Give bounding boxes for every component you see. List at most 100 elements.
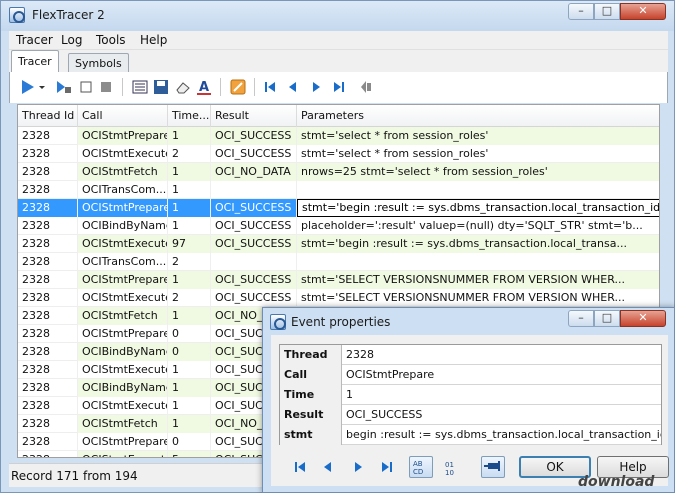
cell-parameters: nrows=25 stmt='select * from session_rol… xyxy=(297,163,659,181)
column-result[interactable]: Result xyxy=(211,105,297,127)
table-row[interactable]: 2328 OCIStmtExecute 2 OCI_SUCCESS stmt='SELE… xyxy=(18,289,659,307)
cell-thread-id: 2328 xyxy=(18,271,78,289)
cell-call: OCIStmtPrepare xyxy=(78,271,168,289)
cell-time: 97 xyxy=(168,235,211,253)
menu-help[interactable]: Help xyxy=(140,33,167,47)
property-value: 1 xyxy=(346,388,353,401)
table-row[interactable]: 2328 OCIBindByName 1 OCI_SUCCESS placeholder… xyxy=(18,217,659,235)
cell-thread-id: 2328 xyxy=(18,307,78,325)
title-bar[interactable]: FlexTracer 2 – □ ✕ xyxy=(1,1,674,31)
cell-thread-id: 2328 xyxy=(18,397,78,415)
table-row[interactable]: 2328 OCIStmtPrepare 1 OCI_SUCCESS stmt='SELE… xyxy=(18,271,659,289)
tab-strip: Tracer Symbols xyxy=(9,50,668,72)
attach-process-icon[interactable] xyxy=(56,79,72,95)
text-view-toggle[interactable]: AB CD xyxy=(409,456,433,478)
pin-icon xyxy=(484,461,500,471)
maximize-button[interactable]: □ xyxy=(594,3,620,20)
cell-time: 1 xyxy=(168,415,211,433)
cell-time: 2 xyxy=(168,145,211,163)
cell-call: OCIBindByName xyxy=(78,217,168,235)
cell-thread-id: 2328 xyxy=(18,289,78,307)
cell-thread-id: 2328 xyxy=(18,145,78,163)
svg-text:A: A xyxy=(199,80,209,95)
last-record-icon[interactable] xyxy=(331,79,347,95)
tab-symbols[interactable]: Symbols xyxy=(68,53,129,72)
cell-parameters xyxy=(297,181,659,199)
menu-log[interactable]: Log xyxy=(61,33,82,47)
table-row[interactable]: 2328 OCIStmtFetch 1 OCI_NO_DATA nrows=25 stm… xyxy=(18,163,659,181)
binary-view-toggle[interactable]: 01 10 xyxy=(441,458,461,478)
cell-time: 1 xyxy=(168,199,211,217)
dropdown-arrow-icon[interactable] xyxy=(38,79,46,95)
filter-icon[interactable] xyxy=(230,79,246,95)
property-row: Call OCIStmtPrepare xyxy=(280,365,661,385)
tab-tracer[interactable]: Tracer xyxy=(11,50,59,72)
cell-call: OCIStmtPrepare xyxy=(78,199,168,217)
table-row[interactable]: 2328 OCITransCom... 1 xyxy=(18,181,659,199)
table-row[interactable]: 2328 OCIStmtPrepare 1 OCI_SUCCESS stmt='begi… xyxy=(18,199,659,217)
toolbar: A xyxy=(9,72,668,103)
column-time[interactable]: Time... xyxy=(168,105,211,127)
column-call[interactable]: Call xyxy=(78,105,168,127)
dialog-minimize-button[interactable]: – xyxy=(568,310,594,327)
cell-time: 1 xyxy=(168,397,211,415)
dialog-maximize-button[interactable]: □ xyxy=(594,310,620,327)
menu-tools[interactable]: Tools xyxy=(96,33,126,47)
eraser-icon[interactable] xyxy=(175,79,191,95)
cell-call: OCIBindByName xyxy=(78,379,168,397)
property-key: Thread Id xyxy=(280,345,342,381)
font-icon[interactable]: A xyxy=(196,79,212,95)
table-row[interactable]: 2328 OCIStmtExecute 2 OCI_SUCCESS stmt='sele… xyxy=(18,145,659,163)
log-view-icon[interactable] xyxy=(132,79,148,95)
dialog-first-icon[interactable] xyxy=(293,460,307,474)
previous-record-icon[interactable] xyxy=(285,79,301,95)
cell-thread-id: 2328 xyxy=(18,181,78,199)
minimize-button[interactable]: – xyxy=(568,3,594,20)
cell-parameters: stmt='select * from session_roles' xyxy=(297,145,659,163)
watermark: download xyxy=(578,474,655,490)
stop-icon[interactable] xyxy=(78,79,94,95)
svg-text:AB: AB xyxy=(413,460,423,468)
menu-tracer[interactable]: Tracer xyxy=(16,33,53,47)
cell-parameters: stmt='select * from session_roles' xyxy=(297,127,659,145)
cell-parameters: stmt='begin :result := sys.dbms_transact… xyxy=(297,199,659,217)
cell-call: OCIStmtPrepare xyxy=(78,127,168,145)
property-value: OCIStmtPrepare xyxy=(346,368,435,381)
cell-thread-id: 2328 xyxy=(18,217,78,235)
dialog-previous-icon[interactable] xyxy=(321,460,335,474)
goto-record-icon[interactable] xyxy=(357,79,373,95)
save-icon[interactable] xyxy=(153,79,169,95)
cell-thread-id: 2328 xyxy=(18,361,78,379)
record-counter: Record 171 from 194 xyxy=(11,469,138,483)
cell-result xyxy=(211,181,297,199)
dialog-next-icon[interactable] xyxy=(351,460,365,474)
cell-time: 1 xyxy=(168,217,211,235)
cell-result: OCI_NO_DATA xyxy=(211,163,297,181)
cell-thread-id: 2328 xyxy=(18,127,78,145)
first-record-icon[interactable] xyxy=(262,79,278,95)
pause-icon[interactable] xyxy=(98,79,114,95)
dialog-close-button[interactable]: ✕ xyxy=(620,310,666,327)
column-thread-id[interactable]: Thread Id xyxy=(18,105,78,127)
table-row[interactable]: 2328 OCIStmtExecute 97 OCI_SUCCESS stmt='beg… xyxy=(18,235,659,253)
svg-text:01: 01 xyxy=(445,461,454,469)
property-row: stmt begin :result := sys.dbms_transactio… xyxy=(280,425,661,445)
svg-text:CD: CD xyxy=(413,468,423,476)
cell-call: OCIStmtFetch xyxy=(78,307,168,325)
cell-thread-id: 2328 xyxy=(18,379,78,397)
table-row[interactable]: 2328 OCIStmtPrepare 1 OCI_SUCCESS stmt='sele… xyxy=(18,127,659,145)
table-row[interactable]: 2328 OCITransCom... 2 xyxy=(18,253,659,271)
property-key: Time (ms) xyxy=(280,385,342,421)
dialog-last-icon[interactable] xyxy=(380,460,394,474)
pin-toggle[interactable] xyxy=(481,456,505,478)
cell-thread-id: 2328 xyxy=(18,451,78,457)
cell-thread-id: 2328 xyxy=(18,433,78,451)
grid-header: Thread Id Call Time... Result Parameters xyxy=(18,105,659,127)
cell-parameters: placeholder=':result' valuep=(null) dty=… xyxy=(297,217,659,235)
column-parameters[interactable]: Parameters xyxy=(297,105,659,127)
start-trace-icon[interactable] xyxy=(20,79,36,95)
close-button[interactable]: ✕ xyxy=(620,3,666,20)
cell-parameters: stmt='begin :result := sys.dbms_transact… xyxy=(297,235,659,253)
cell-result xyxy=(211,253,297,271)
next-record-icon[interactable] xyxy=(308,79,324,95)
